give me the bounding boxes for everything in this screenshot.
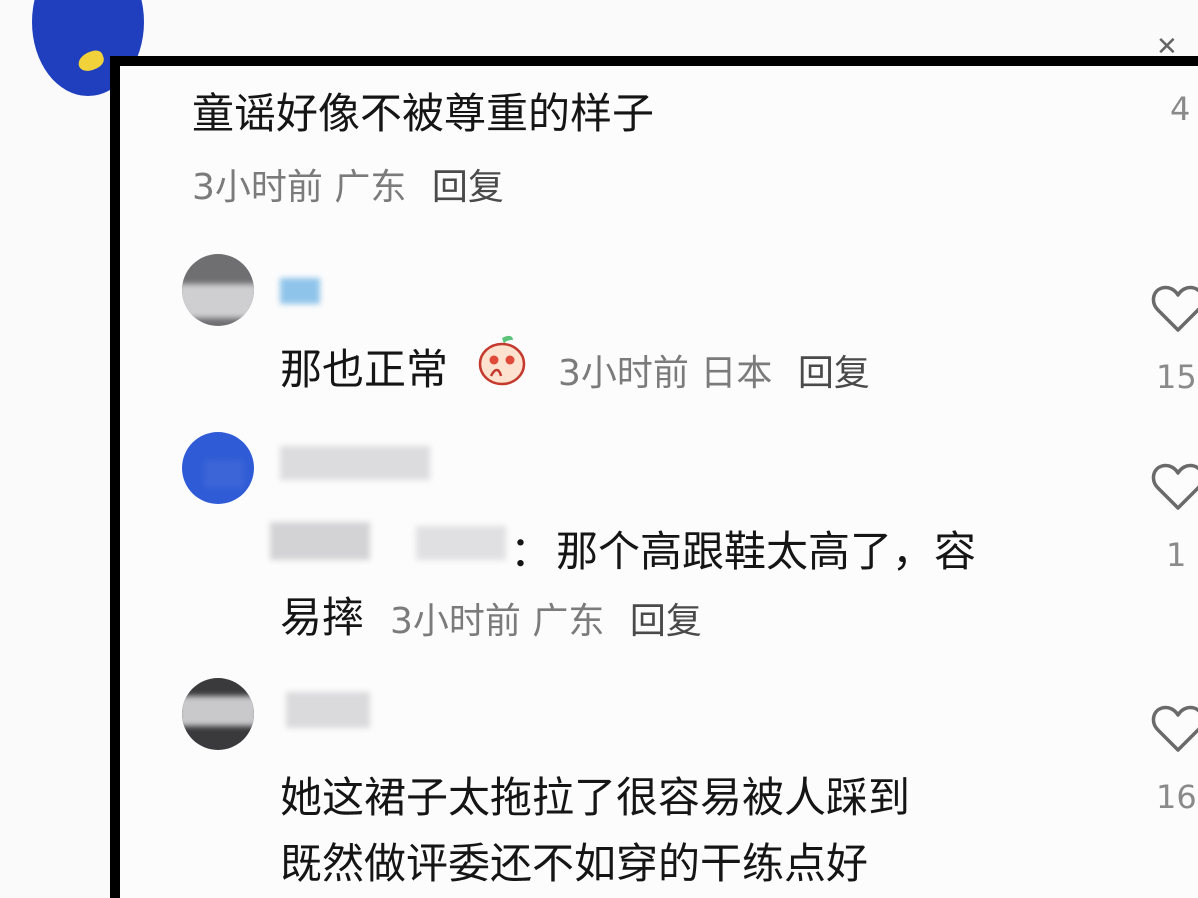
reply3-avatar[interactable] [182, 678, 254, 750]
parent-comment-meta: 3小时前 广东 回复 [192, 158, 504, 210]
highlight-frame: 童谣好像不被尊重的样子 4 3小时前 广东 回复 那也正常 3小时前 日本 回复… [110, 56, 1198, 898]
reply1-avatar-mask [182, 284, 254, 318]
parent-like-count: 4 [1170, 90, 1191, 128]
peach-face-emoji [478, 335, 526, 386]
comment-screenshot: ✕ 童谣好像不被尊重的样子 4 3小时前 广东 回复 那也正常 3小时前 日本 … [0, 0, 1198, 898]
reply3-text-line2: 既然做评委还不如穿的干练点好 [280, 839, 869, 888]
reply2-text-line2: 易摔 [280, 593, 365, 642]
heart-icon[interactable] [1150, 280, 1198, 336]
reply3-username-blur[interactable] [286, 692, 370, 728]
reply2-meta-time-location: 3小时前 广东 [390, 601, 605, 642]
reply2-like-count: 1 [1166, 536, 1187, 574]
reply2-reply-button[interactable]: 回复 [630, 601, 702, 642]
reply3-avatar-mask [182, 696, 254, 726]
reply1-avatar[interactable] [182, 254, 254, 326]
reply1-meta: 3小时前 日本 回复 [558, 344, 870, 396]
parent-reply-button[interactable]: 回复 [432, 167, 504, 208]
reply2-username-blur[interactable] [280, 446, 430, 480]
heart-icon[interactable] [1150, 458, 1198, 514]
reply2-meta: 3小时前 广东 回复 [390, 592, 702, 644]
reply1-reply-button[interactable]: 回复 [798, 353, 870, 394]
reply2-mention-blur-2 [416, 526, 506, 560]
reply3-text-line1: 她这裙子太拖拉了很容易被人踩到 [280, 773, 911, 822]
parent-comment-text: 童谣好像不被尊重的样子 [192, 89, 655, 138]
reply2-avatar-mask [204, 460, 244, 488]
reply2-mention-blur-1 [270, 522, 370, 560]
reply3-like-count: 16 [1156, 778, 1197, 816]
reply1-username-blur[interactable] [280, 278, 320, 304]
reply2-text-line1: 那个高跟鞋太高了，容 [556, 527, 977, 576]
reply1-meta-time-location: 3小时前 日本 [558, 353, 773, 394]
heart-icon[interactable] [1150, 700, 1198, 756]
reply2-avatar[interactable] [182, 432, 254, 504]
reply1-text: 那也正常 [280, 345, 449, 394]
parent-meta-time-location: 3小时前 广东 [192, 167, 407, 208]
bird-icon [75, 48, 107, 74]
reply1-like-count: 15 [1156, 358, 1197, 396]
reply2-mention-colon: ： [510, 527, 553, 576]
